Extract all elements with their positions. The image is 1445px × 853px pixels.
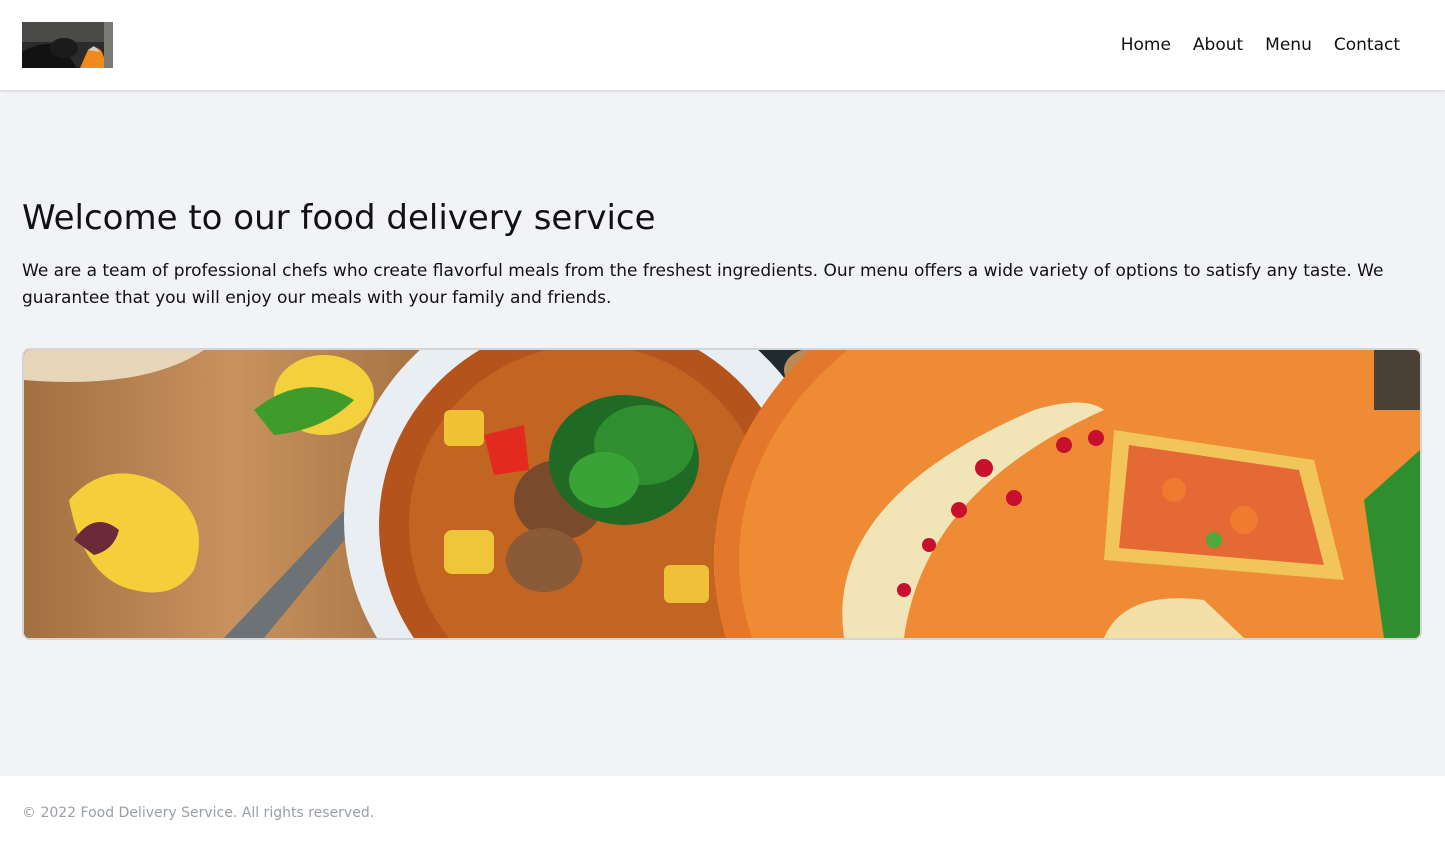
- copyright-text: © 2022 Food Delivery Service. All rights…: [22, 805, 375, 821]
- hero-image: [22, 348, 1422, 640]
- site-footer: © 2022 Food Delivery Service. All rights…: [0, 776, 1445, 853]
- logo-graphic: [22, 22, 113, 68]
- hero-food-graphic: [24, 350, 1420, 638]
- site-header: Home About Menu Contact: [0, 0, 1445, 90]
- nav-menu-link[interactable]: Menu: [1265, 34, 1312, 56]
- nav-home-link[interactable]: Home: [1121, 34, 1171, 56]
- nav-contact-link[interactable]: Contact: [1334, 34, 1400, 56]
- page-title: Welcome to our food delivery service: [22, 198, 656, 238]
- main-nav: Home About Menu Contact: [1121, 34, 1400, 56]
- nav-about-link[interactable]: About: [1193, 34, 1243, 56]
- intro-text: We are a team of professional chefs who …: [22, 261, 1384, 308]
- logo-image[interactable]: [22, 22, 113, 68]
- intro-section: Welcome to our food delivery service We …: [22, 196, 1422, 312]
